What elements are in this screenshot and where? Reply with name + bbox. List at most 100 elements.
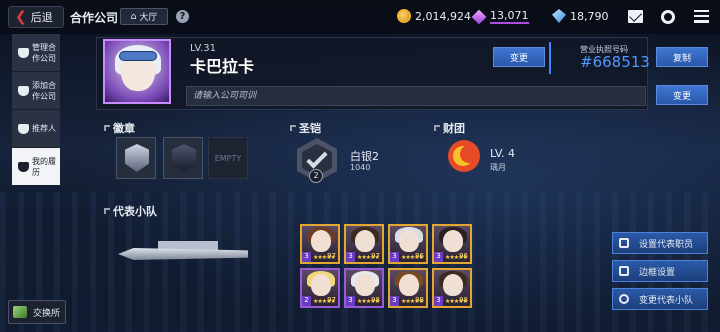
corp-name: 瑀月	[490, 163, 506, 172]
ship-image	[118, 238, 248, 268]
corp-level: LV. 4	[490, 147, 516, 160]
exchange-icon	[13, 306, 27, 318]
add-user-icon	[18, 85, 29, 96]
member-stars: ★★★★★	[445, 254, 468, 261]
gear-icon[interactable]	[661, 10, 675, 24]
team-member-card[interactable]: 96 3 ★★★★★	[432, 224, 472, 264]
mail-icon[interactable]	[628, 10, 643, 23]
sidebar-item-referrer[interactable]: 推荐人	[12, 110, 60, 148]
team-member-card[interactable]: 98 3 ★★★★★	[388, 268, 428, 308]
id-card-icon	[619, 238, 629, 248]
ship-tower	[158, 241, 218, 250]
badge-slot-1[interactable]	[116, 137, 156, 179]
member-rank: 3	[434, 252, 443, 262]
member-face	[399, 274, 419, 296]
change-name-button[interactable]: 变更	[493, 47, 545, 67]
member-stars: ★★★★★	[401, 298, 424, 305]
team-section-title: 代表小队	[104, 203, 157, 219]
gold-counter: 2,014,924	[397, 9, 471, 23]
back-arrow-icon: ❮	[15, 9, 27, 25]
member-face	[311, 274, 331, 296]
top-bar: ❮ 后退 合作公司 ⌂ 大厅 ? 2,014,924 13,071 18,790	[0, 0, 720, 34]
member-rank: 3	[346, 296, 355, 306]
team-title-label: 代表小队	[113, 205, 157, 218]
corner-icon	[290, 125, 296, 131]
member-face	[355, 230, 375, 252]
divider	[549, 42, 551, 74]
page-title: 合作公司	[70, 11, 119, 25]
crystal-value: 13,071	[490, 9, 529, 24]
corp-section-title: 财团	[434, 120, 465, 136]
back-label: 后退	[30, 11, 53, 24]
gold-value: 2,014,924	[415, 9, 471, 23]
corner-icon	[104, 208, 110, 214]
sidebar-item-label: 我的履历	[32, 156, 56, 177]
avatar[interactable]	[103, 39, 171, 104]
user-icon	[18, 123, 29, 134]
avatar-goggles	[119, 51, 157, 61]
sidebar-item-manage[interactable]: 管理合作公司	[12, 34, 60, 72]
back-button[interactable]: ❮ 后退	[8, 6, 64, 28]
home-icon: ⌂	[130, 11, 137, 22]
menu-icon[interactable]	[694, 10, 709, 23]
copy-button[interactable]: 复制	[656, 47, 708, 67]
armor-title-label: 圣铠	[299, 122, 321, 135]
member-rank: 3	[390, 252, 399, 262]
member-stars: ★★★★★	[313, 254, 336, 261]
badge-slot-2[interactable]	[163, 137, 203, 179]
corner-icon	[104, 125, 110, 131]
member-rank: 3	[390, 296, 399, 306]
badge-slot-empty[interactable]: EMPTY	[208, 137, 248, 179]
team-member-card[interactable]: 96 3 ★★★★★	[388, 224, 428, 264]
diamond-value: 18,790	[570, 9, 609, 23]
armor-rank-name: 白银2	[350, 150, 379, 163]
change-team-button[interactable]: 变更代表小队	[612, 288, 708, 310]
exchange-button[interactable]: 交换所	[8, 300, 66, 324]
users-icon	[18, 47, 29, 58]
badge-section-title: 徽章	[104, 120, 135, 136]
lobby-label: 大厅	[139, 13, 158, 23]
armor-section-title: 圣铠	[290, 120, 321, 136]
set-member-label: 设置代表职员	[639, 239, 694, 250]
member-rank: 3	[346, 252, 355, 262]
change-motto-button[interactable]: 变更	[656, 85, 708, 105]
sidebar-item-add[interactable]: 添加合作公司	[12, 72, 60, 110]
set-frame-label: 边框设置	[639, 267, 676, 278]
change-team-label: 变更代表小队	[639, 295, 694, 306]
team-member-card[interactable]: 98 3 ★★★★★	[344, 268, 384, 308]
id-card-icon	[18, 161, 29, 172]
team-member-card[interactable]: 98 3 ★★★★★	[432, 268, 472, 308]
motto-input[interactable]: 请输入公司司训	[186, 86, 646, 106]
corp-title-label: 财团	[443, 122, 465, 135]
member-rank: 3	[434, 296, 443, 306]
member-stars: ★★★★★	[357, 298, 380, 305]
help-icon[interactable]: ?	[176, 10, 189, 23]
set-frame-button[interactable]: 边框设置	[612, 260, 708, 282]
refresh-icon	[619, 294, 629, 304]
license-number: #668513	[580, 53, 650, 71]
frame-icon	[619, 266, 629, 276]
player-name: 卡巴拉卡	[190, 57, 255, 76]
team-member-card[interactable]: 97 3 ★★★★★	[344, 224, 384, 264]
crystal-icon	[471, 9, 487, 24]
sidebar-item-profile[interactable]: 我的履历	[12, 148, 60, 186]
member-stars: ★★★★★	[401, 254, 424, 261]
member-stars: ★★★★★	[445, 298, 468, 305]
ship-hull	[118, 248, 248, 260]
member-face	[399, 230, 419, 252]
armor-level: 2	[309, 169, 323, 183]
lobby-button[interactable]: ⌂ 大厅	[120, 8, 168, 25]
diamond-icon	[552, 9, 566, 23]
member-face	[443, 274, 463, 296]
team-member-card[interactable]: 97 2 ★★★★★	[300, 268, 340, 308]
book-badge-icon	[172, 144, 196, 172]
set-member-button[interactable]: 设置代表职员	[612, 232, 708, 254]
member-stars: ★★★★★	[313, 298, 336, 305]
badge-title-label: 徽章	[113, 122, 135, 135]
team-member-card[interactable]: 97 3 ★★★★★	[300, 224, 340, 264]
sidebar-item-label: 添加合作公司	[32, 80, 56, 101]
sidebar-item-label: 推荐人	[32, 124, 56, 133]
sidebar: 管理合作公司 添加合作公司 推荐人 我的履历	[12, 34, 60, 186]
member-stars: ★★★★★	[357, 254, 380, 261]
member-face	[311, 230, 331, 252]
